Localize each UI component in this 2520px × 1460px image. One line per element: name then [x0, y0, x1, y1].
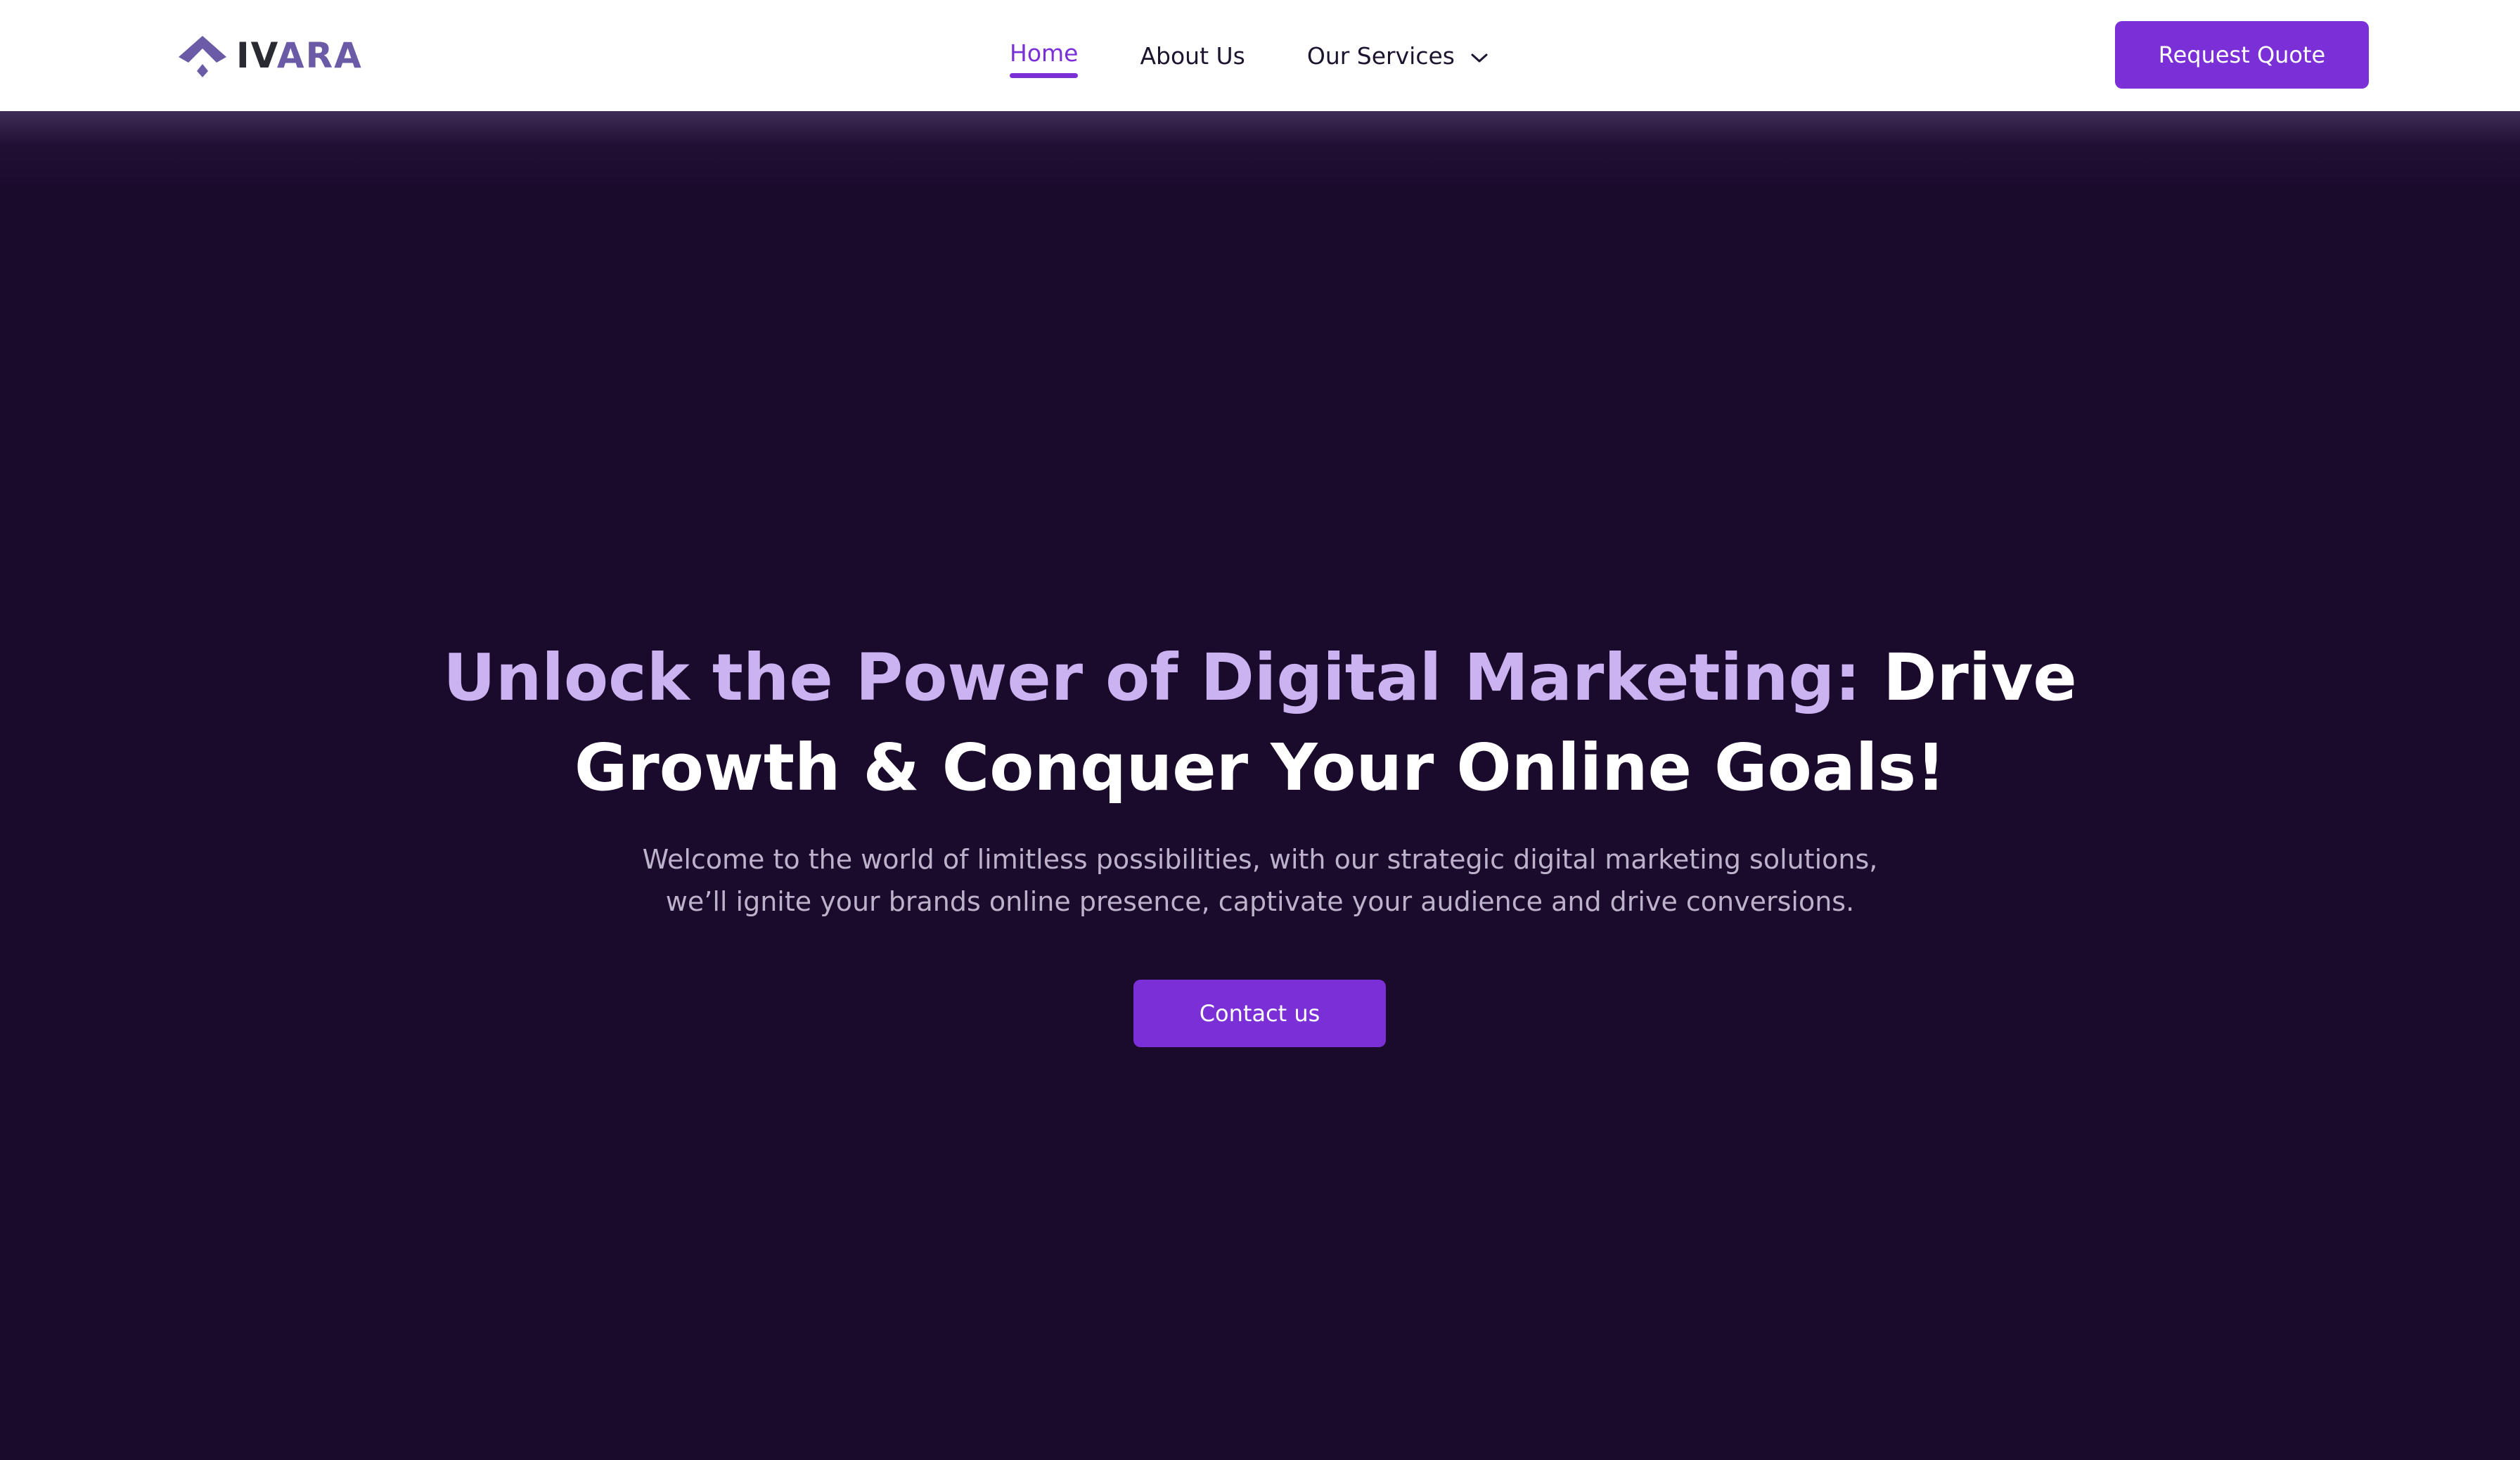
request-quote-button[interactable]: Request Quote: [2115, 21, 2369, 89]
logo-text-accent: ARA: [276, 35, 363, 76]
chevron-down-icon: [1470, 42, 1489, 70]
nav-item-about-us[interactable]: About Us: [1140, 42, 1245, 70]
header-shadow: [0, 111, 2520, 188]
logo-text-dark: IV: [236, 35, 277, 76]
nav-item-our-services[interactable]: Our Services: [1307, 42, 1489, 70]
nav-item-our-services-label: Our Services: [1306, 41, 1455, 70]
ivara-logo-icon: [179, 36, 226, 77]
hero-subtitle: Welcome to the world of limitless possib…: [605, 838, 1915, 923]
site-header: IVARA Home About Us Our Services Request…: [0, 0, 2520, 111]
logo-text: IVARA: [236, 35, 363, 76]
main-nav: Home About Us Our Services: [1010, 0, 1489, 111]
logo[interactable]: IVARA: [176, 31, 363, 80]
hero-subtitle-line1: Welcome to the world of limitless possib…: [642, 844, 1878, 875]
hero-title-highlight: Unlock the Power of Digital Marketing:: [443, 640, 1861, 715]
hero-title: Unlock the Power of Digital Marketing: D…: [422, 633, 2098, 813]
contact-us-button[interactable]: Contact us: [1133, 980, 1386, 1047]
nav-item-home[interactable]: Home: [1010, 39, 1079, 78]
hero-subtitle-line2: we’ll ignite your brands online presence…: [665, 886, 1855, 917]
